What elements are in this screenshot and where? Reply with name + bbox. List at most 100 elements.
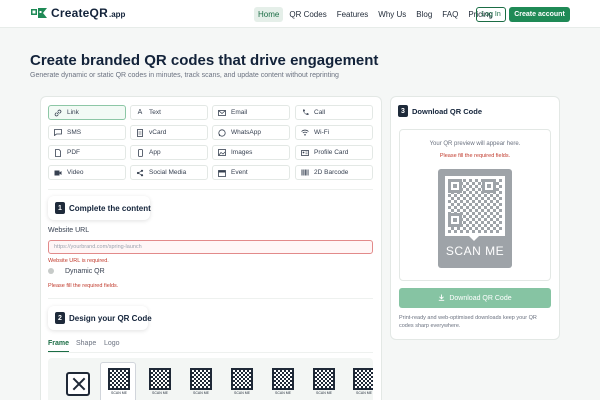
- frame-option-none[interactable]: [60, 364, 96, 400]
- type-pdf[interactable]: PDF: [48, 145, 126, 160]
- type-label: vCard: [149, 129, 167, 136]
- type-label: Email: [231, 109, 248, 116]
- type-2d-barcode[interactable]: 2D Barcode: [295, 165, 373, 180]
- dynamic-qr-label: Dynamic QR: [65, 268, 105, 275]
- type-label: SMS: [67, 129, 82, 136]
- type-label: App: [149, 149, 161, 156]
- site-header: CreateQR .app Home QR Codes Features Why…: [0, 0, 600, 28]
- frame-option[interactable]: SCAN ME: [265, 364, 301, 400]
- nav-faq[interactable]: FAQ: [438, 7, 462, 22]
- qr-preview-error: Please fill the required fields.: [439, 153, 511, 159]
- app-icon: [136, 148, 144, 157]
- type-sms[interactable]: SMS: [48, 125, 126, 140]
- frame-caption: SCAN ME: [275, 391, 291, 395]
- dynamic-qr-radio[interactable]: [48, 268, 54, 274]
- type-email[interactable]: Email: [212, 105, 290, 120]
- frame-qr-icon: [108, 368, 130, 390]
- type-vcard[interactable]: vCard: [130, 125, 208, 140]
- qr-finder-pattern: [482, 179, 496, 193]
- step-number: 1: [55, 202, 65, 214]
- calendar-icon: [218, 169, 226, 177]
- download-button-label: Download QR Code: [449, 294, 512, 302]
- website-url-input[interactable]: https://yourbrand.com/spring-launch: [48, 240, 373, 254]
- website-url-label: Website URL: [48, 227, 90, 234]
- step-number: 2: [55, 312, 65, 324]
- brand-suffix: .app: [108, 10, 126, 19]
- type-label: Call: [314, 109, 326, 116]
- frame-qr-icon: [353, 368, 373, 390]
- download-qr-button[interactable]: Download QR Code: [399, 288, 551, 308]
- brand-logo[interactable]: CreateQR .app: [30, 6, 125, 20]
- frame-caption: SCAN ME: [356, 391, 372, 395]
- type-whatsapp[interactable]: WhatsApp: [212, 125, 290, 140]
- tabs-divider: [48, 352, 373, 353]
- section-divider: [48, 189, 373, 190]
- tab-shape[interactable]: Shape: [76, 340, 96, 347]
- scan-me-caption: SCAN ME: [445, 244, 505, 258]
- vcard-icon: [136, 128, 144, 137]
- text-icon: A: [137, 109, 143, 116]
- type-label: Video: [67, 169, 84, 176]
- type-app[interactable]: App: [130, 145, 208, 160]
- qr-finder-pattern: [448, 213, 462, 227]
- frame-option[interactable]: SCAN ME: [101, 364, 137, 400]
- download-note: Print-ready and web-optimised downloads …: [399, 315, 537, 329]
- page-title: Create branded QR codes that drive engag…: [30, 52, 379, 69]
- qr-finder-pattern: [448, 179, 462, 193]
- frame-pointer: [469, 236, 479, 241]
- type-profile-card[interactable]: Profile Card: [295, 145, 373, 160]
- type-label: Profile Card: [314, 149, 349, 156]
- login-button[interactable]: Log In: [476, 7, 506, 22]
- pdf-icon: [54, 148, 62, 157]
- sms-icon: [54, 129, 62, 137]
- frame-qr-icon: [313, 368, 335, 390]
- whatsapp-icon: [218, 128, 226, 137]
- step-2: 2 Design your QR Code: [55, 312, 152, 324]
- step-number: 3: [398, 105, 408, 117]
- create-account-button[interactable]: Create account: [509, 7, 570, 22]
- type-social-media[interactable]: Social Media: [130, 165, 208, 180]
- barcode-icon: [301, 169, 309, 177]
- link-icon: [54, 109, 62, 117]
- type-event[interactable]: Event: [212, 165, 290, 180]
- frame-option[interactable]: SCAN ME: [142, 364, 178, 400]
- frame-caption: SCAN ME: [111, 391, 127, 395]
- nav-features[interactable]: Features: [333, 7, 373, 22]
- type-label: Images: [231, 149, 253, 156]
- email-icon: [218, 109, 226, 117]
- download-icon: [438, 294, 445, 303]
- frame-qr-icon: [190, 368, 212, 390]
- nav-why-us[interactable]: Why Us: [374, 7, 410, 22]
- frame-qr-icon: [149, 368, 171, 390]
- type-link[interactable]: Link: [48, 105, 126, 120]
- page-subtitle: Generate dynamic or static QR codes in m…: [30, 72, 339, 79]
- type-label: Text: [149, 109, 161, 116]
- share-icon: [136, 169, 144, 177]
- tab-logo[interactable]: Logo: [104, 340, 120, 347]
- frame-options: SCAN ME SCAN ME SCAN ME SCAN ME SCAN ME …: [48, 358, 373, 400]
- section-divider: [48, 298, 373, 299]
- type-label: Wi-Fi: [314, 129, 330, 136]
- type-call[interactable]: Call: [295, 105, 373, 120]
- type-label: Event: [231, 169, 248, 176]
- type-text[interactable]: A Text: [130, 105, 208, 120]
- type-label: Social Media: [149, 169, 187, 176]
- type-images[interactable]: Images: [212, 145, 290, 160]
- nav-home[interactable]: Home: [254, 7, 284, 22]
- form-error: Please fill the required fields.: [48, 283, 119, 289]
- nav-blog[interactable]: Blog: [412, 7, 436, 22]
- step-label: Download QR Code: [412, 106, 482, 116]
- type-video[interactable]: Video: [48, 165, 126, 180]
- phone-icon: [301, 109, 309, 117]
- frame-option[interactable]: SCAN ME: [224, 364, 260, 400]
- no-frame-icon: [66, 372, 90, 396]
- nav-qr-codes[interactable]: QR Codes: [285, 7, 330, 22]
- type-wifi[interactable]: Wi-Fi: [295, 125, 373, 140]
- tab-frame[interactable]: Frame: [48, 340, 69, 347]
- frame-option[interactable]: SCAN ME: [306, 364, 342, 400]
- frame-option[interactable]: SCAN ME: [346, 364, 373, 400]
- step-1: 1 Complete the content: [55, 202, 151, 214]
- frame-qr-icon: [272, 368, 294, 390]
- video-icon: [54, 169, 62, 177]
- frame-option[interactable]: SCAN ME: [183, 364, 219, 400]
